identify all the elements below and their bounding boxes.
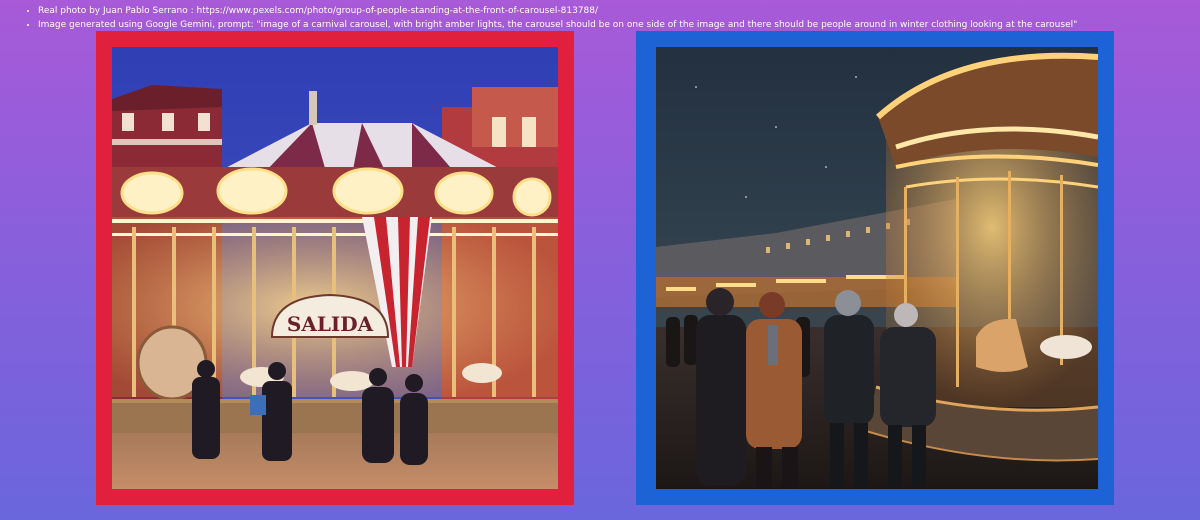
- caption-generated-image: Image generated using Google Gemini, pro…: [38, 18, 1077, 32]
- salida-sign: SALIDA: [287, 312, 374, 336]
- caption-real-photo: Real photo by Juan Pablo Serrano : https…: [38, 4, 1077, 18]
- caption-list: Real photo by Juan Pablo Serrano : https…: [24, 4, 1077, 32]
- real-carousel-photo: SALIDA: [112, 47, 558, 489]
- generated-photo-frame: [636, 31, 1114, 505]
- generated-carousel-photo: [656, 47, 1098, 489]
- real-photo-frame: SALIDA: [96, 31, 574, 505]
